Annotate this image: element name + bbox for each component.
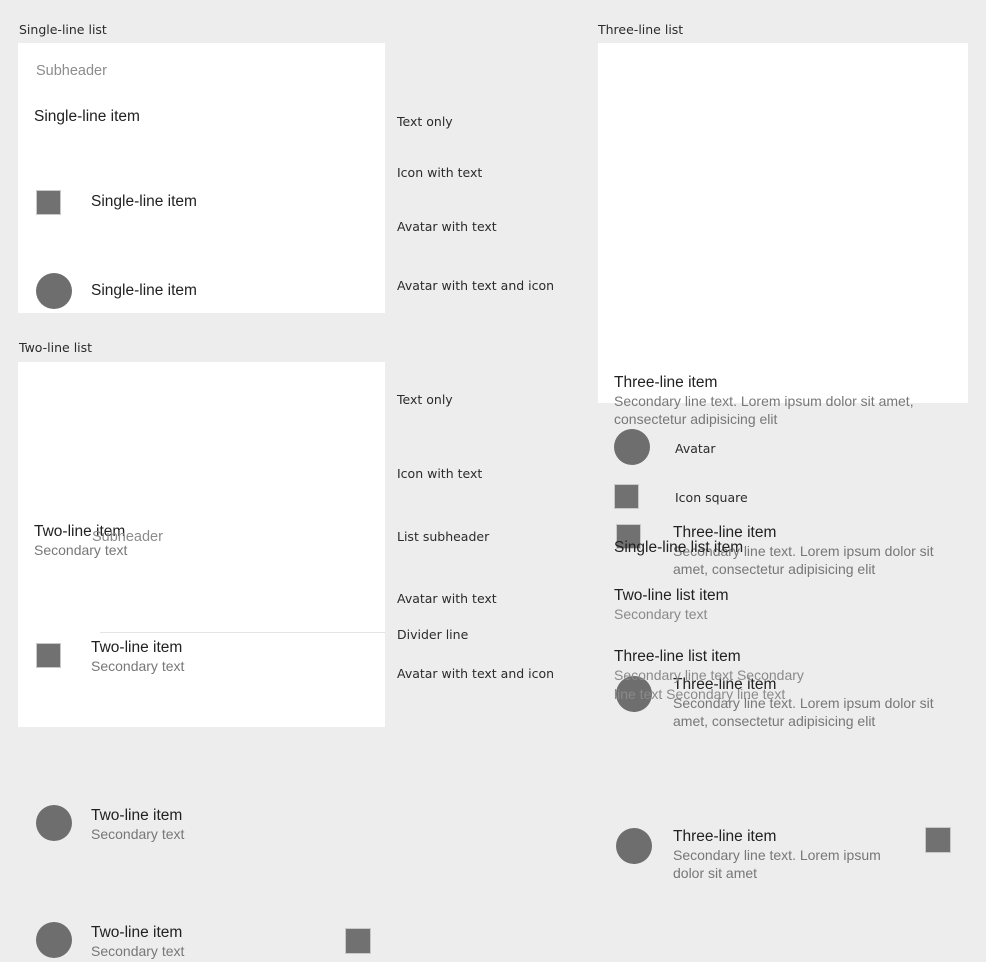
annotation-list-subheader: List subheader	[397, 529, 490, 544]
list-item-primary-text: Single-line item	[34, 108, 140, 125]
specimen-secondary-text: Secondary text	[614, 606, 708, 622]
list-item[interactable]: Single-line item	[18, 272, 385, 310]
list-item[interactable]: Two-line item Secondary text	[18, 636, 385, 678]
list-item[interactable]: Three-line item Secondary line text. Lor…	[598, 370, 968, 430]
single-line-list-subheader: Subheader	[36, 63, 107, 79]
trailing-icon-square-icon[interactable]	[345, 928, 371, 954]
avatar	[616, 828, 652, 864]
specimen-primary-text: Single-line list item	[614, 539, 744, 556]
list-item-primary-text: Single-line item	[91, 282, 197, 299]
list-item-primary-text: Two-line item	[91, 807, 183, 824]
legend-avatar-label: Avatar	[675, 441, 716, 456]
avatar	[36, 273, 72, 309]
annotation-single-avatar-text-icon: Avatar with text and icon	[397, 278, 555, 293]
list-item[interactable]: Three-line item Secondary line text. Lor…	[598, 824, 968, 886]
icon-square-icon	[36, 190, 61, 215]
avatar	[36, 922, 72, 958]
three-line-list-card	[598, 43, 968, 403]
annotation-two-avatar-with-text: Avatar with text	[397, 591, 497, 606]
specimen-secondary-text: Secondary line text Secondary line text …	[614, 667, 804, 702]
three-line-list-caption: Three-line list	[598, 22, 684, 37]
list-item-secondary-text: Secondary text	[91, 826, 185, 842]
two-line-list-subheader: Subheader	[92, 529, 163, 545]
single-line-list-caption: Single-line list	[19, 22, 107, 37]
specimen-three-line: Three-line list item Secondary line text…	[614, 647, 829, 704]
legend-icon-square-row: Icon square	[614, 484, 874, 512]
legend-icon-square-label: Icon square	[675, 490, 748, 505]
avatar	[614, 429, 650, 465]
trailing-icon-square-icon[interactable]	[925, 827, 951, 853]
annotation-two-avatar-text-icon: Avatar with text and icon	[397, 666, 555, 681]
two-line-list-caption: Two-line list	[19, 340, 93, 355]
list-item[interactable]: Single-line item	[18, 187, 385, 221]
list-item-primary-text: Single-line item	[91, 193, 197, 210]
icon-square-icon	[36, 643, 61, 668]
list-item-secondary-text: Secondary text	[91, 943, 185, 959]
list-item[interactable]: Two-line item Secondary text	[18, 920, 385, 962]
specimen-primary-text: Two-line list item	[614, 587, 729, 604]
specimen-single-line: Single-line list item	[614, 538, 954, 557]
icon-square-icon	[614, 484, 639, 509]
list-divider	[100, 632, 385, 633]
annotation-divider-line: Divider line	[397, 627, 469, 642]
list-item-secondary-text: Secondary line text. Lorem ipsum dolor s…	[614, 393, 914, 427]
legend-avatar-row: Avatar	[614, 429, 874, 467]
annotation-two-icon-with-text: Icon with text	[397, 466, 483, 481]
list-item[interactable]: Two-line item Secondary text	[18, 803, 385, 845]
annotation-single-text-only: Text only	[397, 114, 453, 129]
list-item-secondary-text: Secondary line text. Lorem ipsum dolor s…	[673, 847, 881, 881]
list-item-primary-text: Two-line item	[91, 639, 183, 656]
annotation-single-icon-with-text: Icon with text	[397, 165, 483, 180]
specimen-primary-text: Three-line list item	[614, 648, 741, 665]
list-item[interactable]: Single-line item	[18, 104, 385, 136]
list-item-primary-text: Three-line item	[673, 828, 777, 845]
list-item-primary-text: Two-line item	[91, 924, 183, 941]
annotation-single-avatar-with-text: Avatar with text	[397, 219, 497, 234]
list-item-primary-text: Three-line item	[614, 374, 718, 391]
avatar	[36, 805, 72, 841]
list-item[interactable]: Two-line item Secondary text	[18, 520, 385, 562]
list-item-secondary-text: Secondary text	[91, 658, 185, 674]
annotation-two-text-only: Text only	[397, 392, 453, 407]
specimen-two-line: Two-line list item Secondary text	[614, 586, 954, 624]
